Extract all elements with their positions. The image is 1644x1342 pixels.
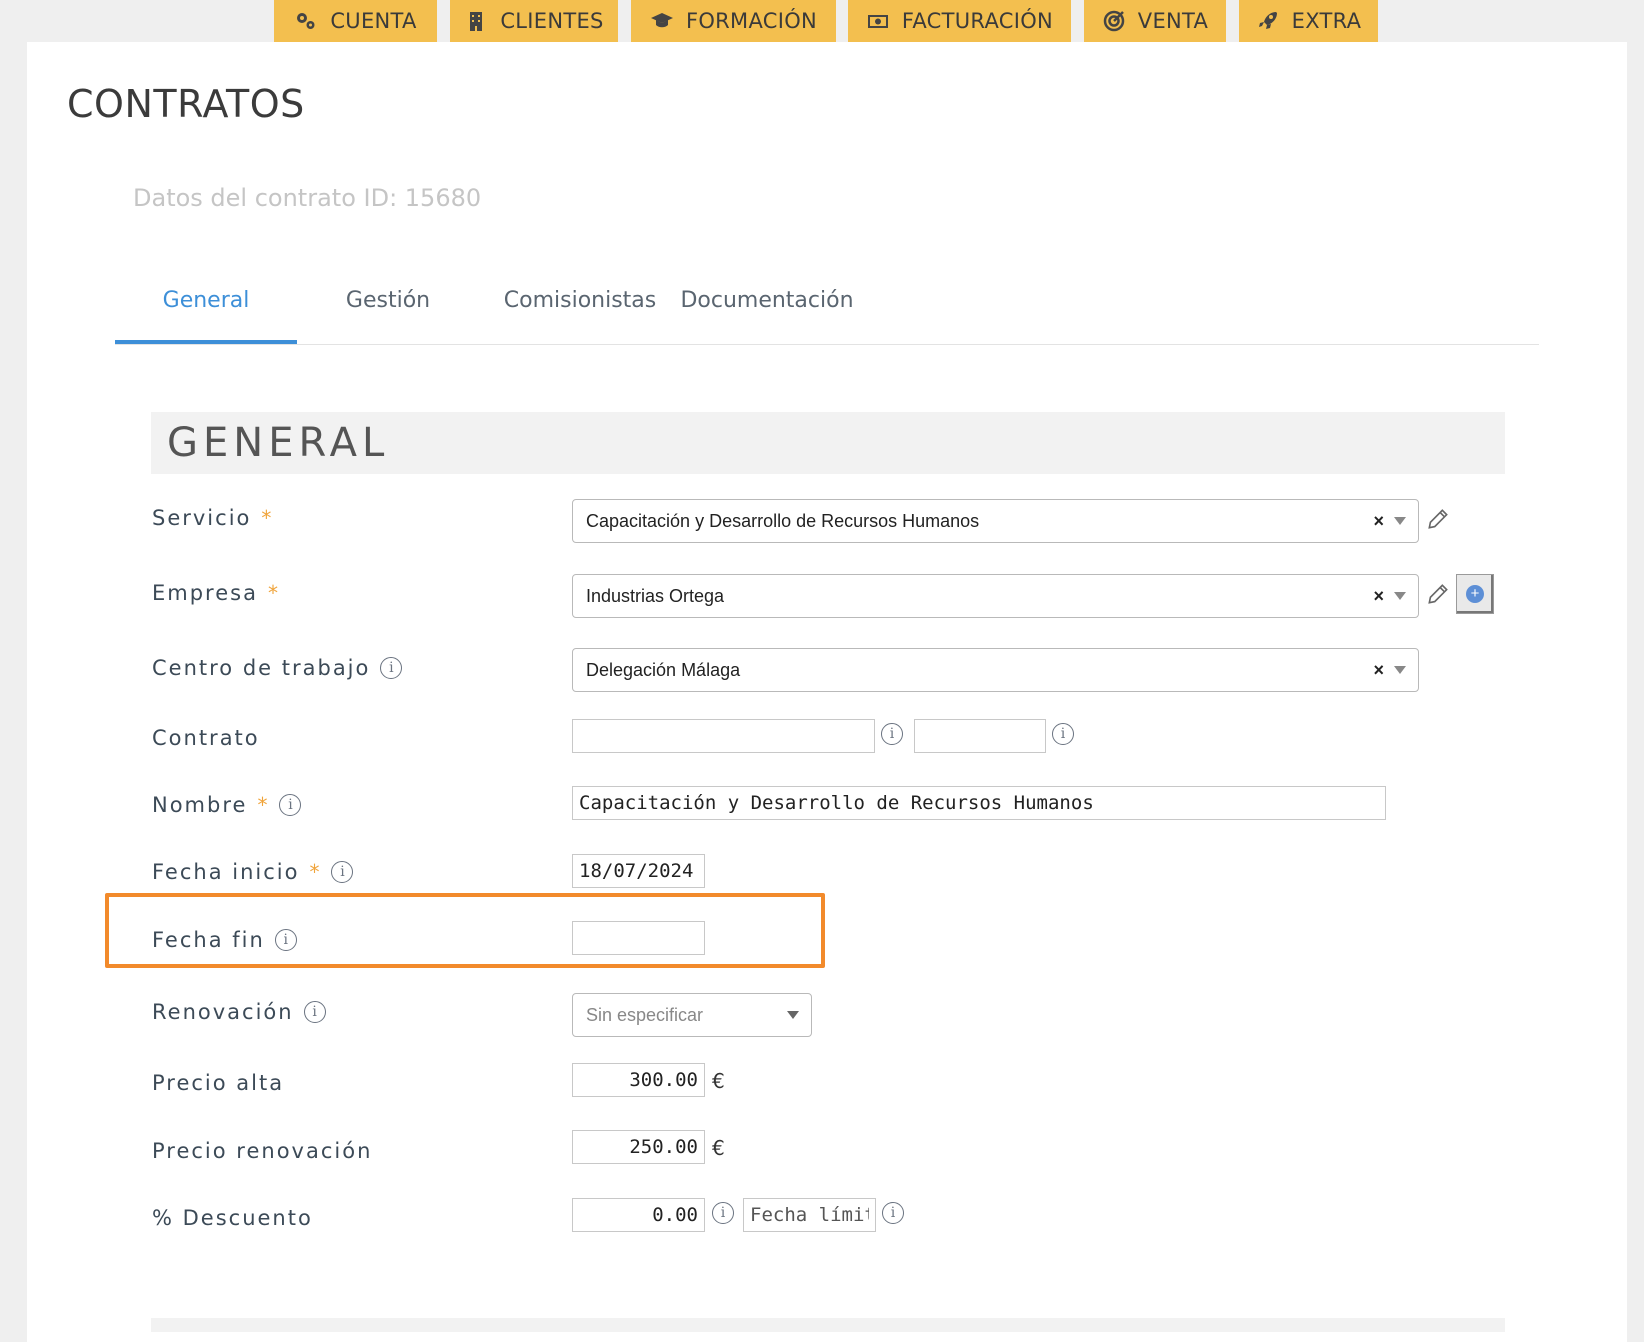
nav-tab-label: EXTRA <box>1291 9 1362 33</box>
selected-value: Industrias Ortega <box>586 585 725 606</box>
clear-icon[interactable]: × <box>1373 660 1384 681</box>
money-bill-icon <box>867 15 888 28</box>
currency-symbol: € <box>712 1069 725 1093</box>
fecha-fin-input[interactable] <box>572 921 705 955</box>
nav-tab-label: VENTA <box>1137 9 1209 33</box>
contract-subtitle: Datos del contrato ID: 15680 <box>133 184 482 212</box>
label-renovacion: Renovación i <box>152 1000 326 1024</box>
label-text: Precio renovación <box>152 1139 373 1163</box>
info-icon[interactable]: i <box>303 1001 326 1023</box>
nav-tab-clientes[interactable]: CLIENTES <box>450 0 618 42</box>
selected-value: Sin especificar <box>586 1004 704 1025</box>
label-text: Fecha inicio <box>152 860 300 884</box>
pencil-icon[interactable] <box>1425 506 1451 532</box>
add-empresa-button[interactable]: + <box>1456 574 1494 614</box>
info-icon[interactable]: i <box>712 1202 734 1224</box>
required-mark: * <box>309 860 322 884</box>
tab-bar: General Gestión Comisionistas Documentac… <box>115 256 1539 345</box>
selected-value: Capacitación y Desarrollo de Recursos Hu… <box>586 510 980 531</box>
nav-tab-label: FACTURACIÓN <box>901 9 1054 33</box>
required-mark: * <box>257 793 270 817</box>
fecha-limite-input[interactable] <box>743 1198 876 1232</box>
label-text: Empresa <box>152 581 258 605</box>
chevron-down-icon <box>787 1011 799 1019</box>
nav-tab-venta[interactable]: VENTA <box>1084 0 1226 42</box>
currency-symbol: € <box>712 1136 725 1160</box>
page-title: CONTRATOS <box>67 82 305 126</box>
clear-icon[interactable]: × <box>1373 511 1384 532</box>
label-text: Precio alta <box>152 1071 285 1095</box>
label-contrato: Contrato <box>152 726 260 750</box>
tab-label: Documentación <box>680 287 854 313</box>
tab-label: Comisionistas <box>503 287 657 313</box>
selected-value: Delegación Málaga <box>586 659 741 680</box>
info-icon[interactable]: i <box>380 657 403 679</box>
label-fecha-fin: Fecha fin i <box>152 928 297 952</box>
label-nombre: Nombre * i <box>152 793 302 817</box>
precio-alta-input[interactable] <box>572 1063 705 1097</box>
empresa-select[interactable]: Industrias Ortega × <box>572 574 1419 618</box>
required-mark: * <box>267 581 280 605</box>
gears-icon <box>297 13 315 29</box>
label-text: Renovación <box>152 1000 294 1024</box>
fecha-inicio-input[interactable] <box>572 854 705 888</box>
chevron-down-icon <box>1394 666 1406 674</box>
label-text: Centro de trabajo <box>152 656 371 680</box>
precio-renovacion-input[interactable] <box>572 1130 705 1164</box>
label-descuento: % Descuento <box>152 1206 313 1230</box>
pencil-icon[interactable] <box>1425 581 1451 607</box>
required-mark: * <box>261 506 274 530</box>
label-empresa: Empresa * <box>152 581 280 605</box>
graduation-cap-icon <box>650 13 673 28</box>
top-nav: CUENTA CLIENTES FORMACIÓN FACTURACIÓN VE… <box>0 0 1644 42</box>
label-text: Servicio <box>152 506 252 530</box>
label-centro-trabajo: Centro de trabajo i <box>152 656 403 680</box>
tab-label: Gestión <box>345 287 431 313</box>
label-precio-renovacion: Precio renovación <box>152 1139 372 1163</box>
tab-comisionistas[interactable]: Comisionistas <box>495 256 665 344</box>
nav-tab-extra[interactable]: EXTRA <box>1239 0 1378 42</box>
info-icon[interactable]: i <box>279 794 302 816</box>
nav-tab-label: FORMACIÓN <box>685 9 818 33</box>
label-servicio: Servicio * <box>152 506 273 530</box>
nombre-input[interactable] <box>572 786 1386 820</box>
nav-tab-facturacion[interactable]: FACTURACIÓN <box>848 0 1071 42</box>
section-header: GENERAL <box>151 412 1505 474</box>
contrato-input-2[interactable] <box>914 719 1046 753</box>
label-text: % Descuento <box>152 1206 313 1230</box>
label-precio-alta: Precio alta <box>152 1071 284 1095</box>
renovacion-select[interactable]: Sin especificar <box>572 993 812 1037</box>
chevron-down-icon <box>1394 517 1406 525</box>
label-fecha-inicio: Fecha inicio * i <box>152 860 354 884</box>
nav-tab-label: CUENTA <box>330 9 417 33</box>
info-icon[interactable]: i <box>881 723 903 745</box>
active-tab-indicator <box>115 340 297 344</box>
tab-gestion[interactable]: Gestión <box>318 256 458 344</box>
nav-tab-label: CLIENTES <box>500 9 604 33</box>
tab-label: General <box>162 287 250 313</box>
label-text: Nombre <box>152 793 248 817</box>
rocket-icon <box>1258 12 1277 29</box>
next-section-header <box>151 1318 1505 1332</box>
building-icon <box>470 12 483 31</box>
chevron-down-icon <box>1394 592 1406 600</box>
info-icon[interactable]: i <box>274 929 297 951</box>
tab-documentacion[interactable]: Documentación <box>667 256 867 344</box>
plus-icon: + <box>1466 585 1484 603</box>
label-text: Contrato <box>152 726 260 750</box>
centro-trabajo-select[interactable]: Delegación Málaga × <box>572 648 1419 692</box>
servicio-select[interactable]: Capacitación y Desarrollo de Recursos Hu… <box>572 499 1419 543</box>
info-icon[interactable]: i <box>882 1202 904 1224</box>
descuento-input[interactable] <box>572 1198 705 1232</box>
info-icon[interactable]: i <box>331 861 354 883</box>
label-text: Fecha fin <box>152 928 265 952</box>
section-title: GENERAL <box>167 420 390 466</box>
tab-general[interactable]: General <box>115 256 297 344</box>
info-icon[interactable]: i <box>1052 723 1074 745</box>
target-icon <box>1103 10 1125 32</box>
nav-tab-cuenta[interactable]: CUENTA <box>274 0 437 42</box>
nav-tab-formacion[interactable]: FORMACIÓN <box>631 0 836 42</box>
clear-icon[interactable]: × <box>1373 586 1384 607</box>
contrato-input-1[interactable] <box>572 719 875 753</box>
